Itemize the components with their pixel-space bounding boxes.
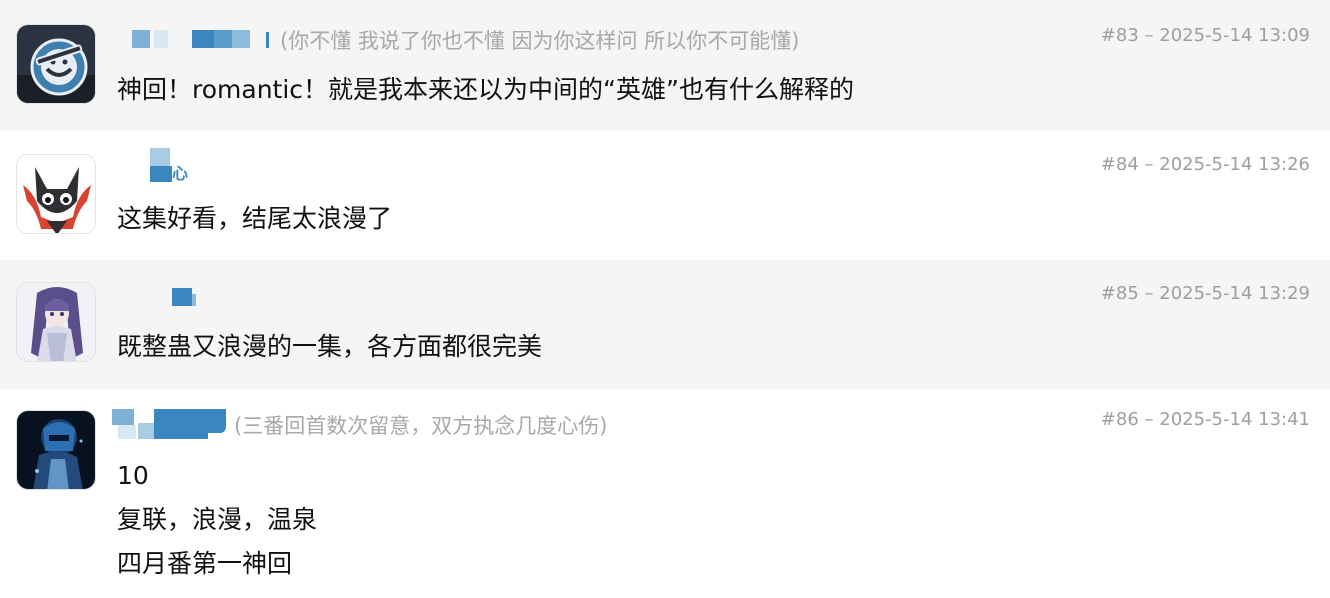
comment-item: (你不懂 我说了你也不懂 因为你这样问 所以你不可能懂) #83 – 2025-… (0, 0, 1330, 131)
post-time: 2025-5-14 13:26 (1159, 154, 1310, 175)
post-time: 2025-5-14 13:41 (1159, 409, 1310, 430)
floor-number[interactable]: #83 (1101, 25, 1139, 46)
username-censored[interactable] (116, 286, 206, 316)
comment-text: 既整蛊又浪漫的一集，各方面都很完美 (117, 332, 543, 361)
post-time: 2025-5-14 13:09 (1159, 25, 1310, 46)
comment-item: (三番回首数次留意，双方执念几度心伤) #86 – 2025-5-14 13:4… (0, 389, 1330, 598)
floor-number[interactable]: #84 (1101, 154, 1139, 175)
comment-text: 四月番第一神回 (117, 549, 293, 578)
floor-number[interactable]: #85 (1101, 283, 1139, 304)
comment-item: #85 – 2025-5-14 13:29 既整蛊又浪漫的一集，各方面都很完美 (0, 260, 1330, 389)
user-line: 心 (116, 148, 206, 184)
comment-meta: #85 – 2025-5-14 13:29 (1100, 283, 1310, 304)
dark-blue-anime-icon (17, 411, 95, 489)
user-line (116, 286, 206, 316)
post-time: 2025-5-14 13:29 (1159, 283, 1310, 304)
black-cat-red-scarf-icon (17, 155, 95, 233)
avatar[interactable] (16, 410, 96, 490)
comment-list: (你不懂 我说了你也不懂 因为你这样问 所以你不可能懂) #83 – 2025-… (0, 0, 1330, 598)
comment-text: 神回！romantic！就是我本来还以为中间的“英雄”也有什么解释的 (117, 75, 854, 104)
username-censored[interactable] (116, 26, 269, 56)
username-censored[interactable]: 心 (116, 148, 206, 184)
user-line: (三番回首数次留意，双方执念几度心伤) (112, 409, 608, 443)
avatar[interactable] (16, 154, 96, 234)
comment-text: 复联，浪漫，温泉 (117, 505, 318, 534)
user-signature: (你不懂 我说了你也不懂 因为你这样问 所以你不可能懂) (280, 29, 800, 53)
floor-number[interactable]: #86 (1101, 409, 1139, 430)
anime-girl-purple-hair-icon (17, 283, 95, 361)
comment-meta: #86 – 2025-5-14 13:41 (1100, 409, 1310, 430)
username-censored[interactable] (112, 409, 228, 443)
user-line: (你不懂 我说了你也不懂 因为你这样问 所以你不可能懂) (116, 26, 799, 56)
comment-meta: #84 – 2025-5-14 13:26 (1100, 154, 1310, 175)
comment-text: 这集好看，结尾太浪漫了 (117, 204, 393, 233)
comment-meta: #83 – 2025-5-14 13:09 (1100, 25, 1310, 46)
avatar[interactable] (16, 282, 96, 362)
comment-text: 10 (117, 461, 149, 490)
laughing-man-logo-icon (17, 25, 95, 103)
comment-item: 心 #84 – 2025-5-14 13:26 这集好看，结尾太浪漫了 (0, 131, 1330, 260)
user-signature: (三番回首数次留意，双方执念几度心伤) (234, 414, 608, 438)
avatar[interactable] (16, 24, 96, 104)
